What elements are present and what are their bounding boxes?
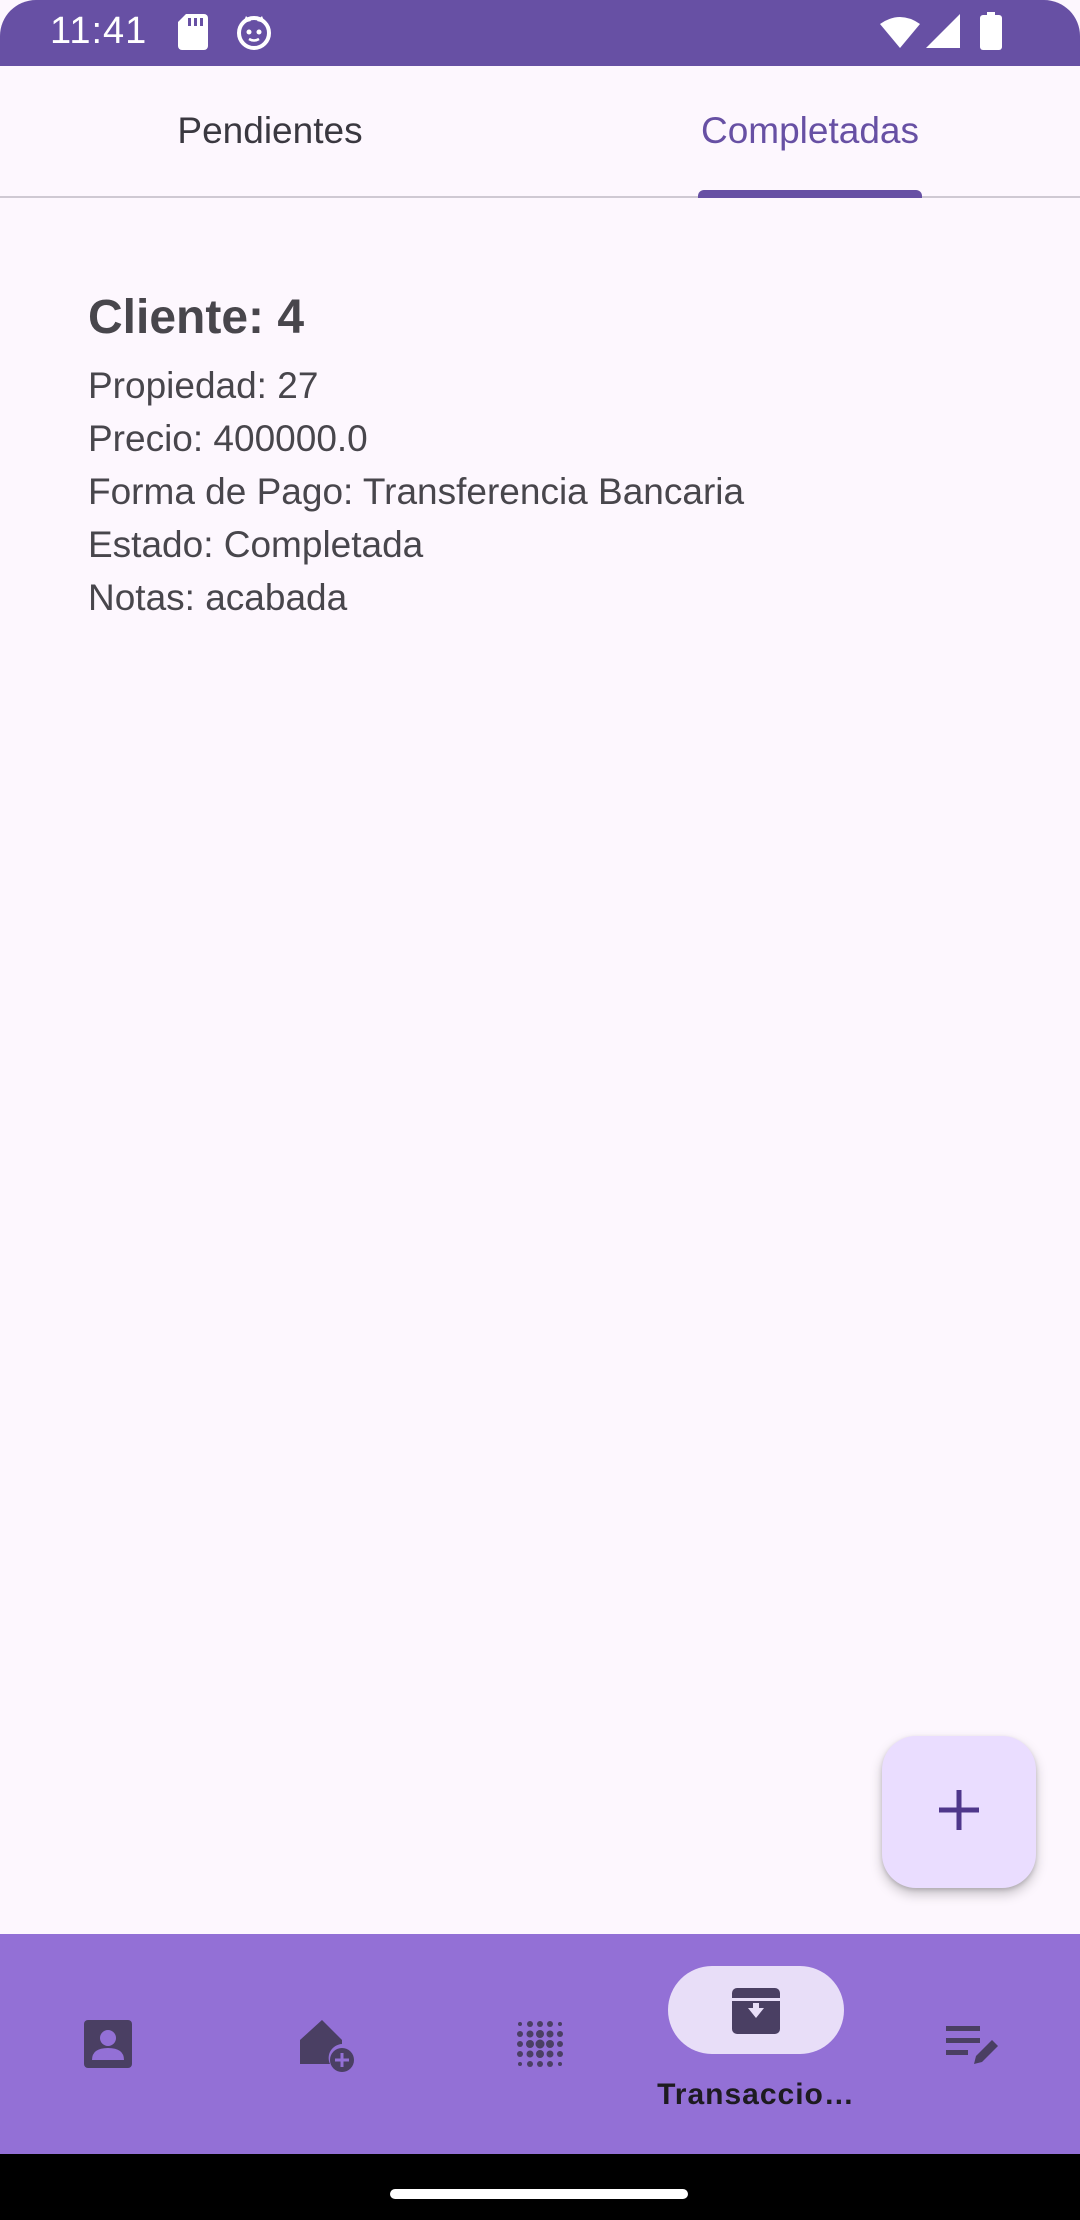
status-bar: 11:41 — [0, 0, 1080, 66]
sd-card-icon — [178, 14, 208, 55]
status-time: 11:41 — [50, 10, 148, 52]
transaction-payment-method: Forma de Pago: Transferencia Bancaria — [88, 471, 745, 512]
nav-item-propiedades[interactable] — [216, 1934, 432, 2154]
tab-pendientes[interactable]: Pendientes — [0, 66, 540, 196]
transaction-property: Propiedad: 27 — [88, 365, 319, 406]
signal-icon — [926, 14, 960, 53]
tab-indicator — [698, 190, 922, 198]
home-gesture-handle[interactable] — [390, 2189, 688, 2199]
edit-notes-icon — [944, 2018, 1000, 2075]
add-transaction-button[interactable] — [882, 1736, 1036, 1888]
archive-icon — [730, 1984, 782, 2041]
wifi-icon — [880, 16, 920, 53]
system-navigation-bar — [0, 2154, 1080, 2220]
nav-item-mapa[interactable] — [432, 1934, 648, 2154]
transaction-notes: Notas: acabada — [88, 577, 348, 618]
transaction-item[interactable]: Cliente: 4 Propiedad: 27 Precio: 400000.… — [88, 290, 988, 624]
home-add-icon — [298, 2018, 356, 2079]
tab-bar: Pendientes Completadas — [0, 66, 1080, 198]
tab-completadas[interactable]: Completadas — [540, 66, 1080, 196]
nav-item-notas[interactable] — [864, 1934, 1080, 2154]
transaction-price: Precio: 400000.0 — [88, 418, 368, 459]
nav-label-transacciones: Transaccio… — [657, 2078, 855, 2111]
dot-grid-icon — [514, 2018, 566, 2075]
contact-card-icon — [82, 2018, 134, 2075]
battery-icon — [980, 12, 1002, 55]
nav-item-transacciones[interactable]: Transaccio… — [648, 1934, 864, 2154]
plus-icon — [937, 1788, 981, 1837]
transaction-client: Cliente: 4 — [88, 291, 305, 344]
transaction-status: Estado: Completada — [88, 524, 424, 565]
bottom-navigation: Transaccio… — [0, 1934, 1080, 2154]
nav-item-clientes[interactable] — [0, 1934, 216, 2154]
cat-face-icon — [236, 14, 272, 55]
